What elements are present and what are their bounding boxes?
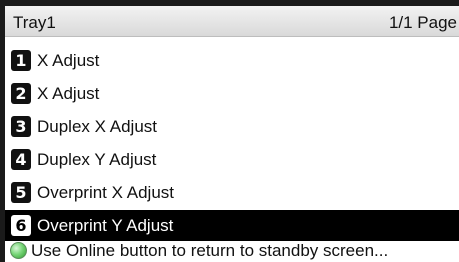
menu-item-label: Overprint X Adjust [37,183,175,202]
footer-hint: Use Online button to return to standby s… [5,241,459,262]
number-2-badge: 2 [11,83,31,104]
menu-panel: Tray1 1/1 Page 1 X Adjust 2 X Adjust 3 D… [5,6,459,262]
menu-item-overprint-y-adjust[interactable]: 6 Overprint Y Adjust [5,210,459,243]
number-6-badge: 6 [11,215,31,236]
printer-lcd-screen: Tray1 1/1 Page 1 X Adjust 2 X Adjust 3 D… [0,0,459,262]
number-1-badge: 1 [11,50,31,71]
page-title: Tray1 [13,13,56,32]
menu-list: 1 X Adjust 2 X Adjust 3 Duplex X Adjust … [5,45,459,243]
online-button-icon [10,242,27,259]
footer-message: Use Online button to return to standby s… [31,241,389,260]
menu-item-overprint-x-adjust[interactable]: 5 Overprint X Adjust [5,177,459,210]
number-3-badge: 3 [11,116,31,137]
header-bar: Tray1 1/1 Page [5,6,459,37]
menu-item-duplex-y-adjust[interactable]: 4 Duplex Y Adjust [5,144,459,177]
menu-item-label: Duplex X Adjust [37,117,158,136]
menu-item-label: Overprint Y Adjust [37,216,174,235]
number-4-badge: 4 [11,149,31,170]
menu-item-x-adjust-2[interactable]: 2 X Adjust [5,78,459,111]
menu-item-duplex-x-adjust[interactable]: 3 Duplex X Adjust [5,111,459,144]
menu-item-label: X Adjust [37,84,100,103]
menu-item-x-adjust-1[interactable]: 1 X Adjust [5,45,459,78]
number-5-badge: 5 [11,182,31,203]
menu-item-label: Duplex Y Adjust [37,150,157,169]
page-indicator: 1/1 Page [388,13,457,32]
menu-item-label: X Adjust [37,51,100,70]
